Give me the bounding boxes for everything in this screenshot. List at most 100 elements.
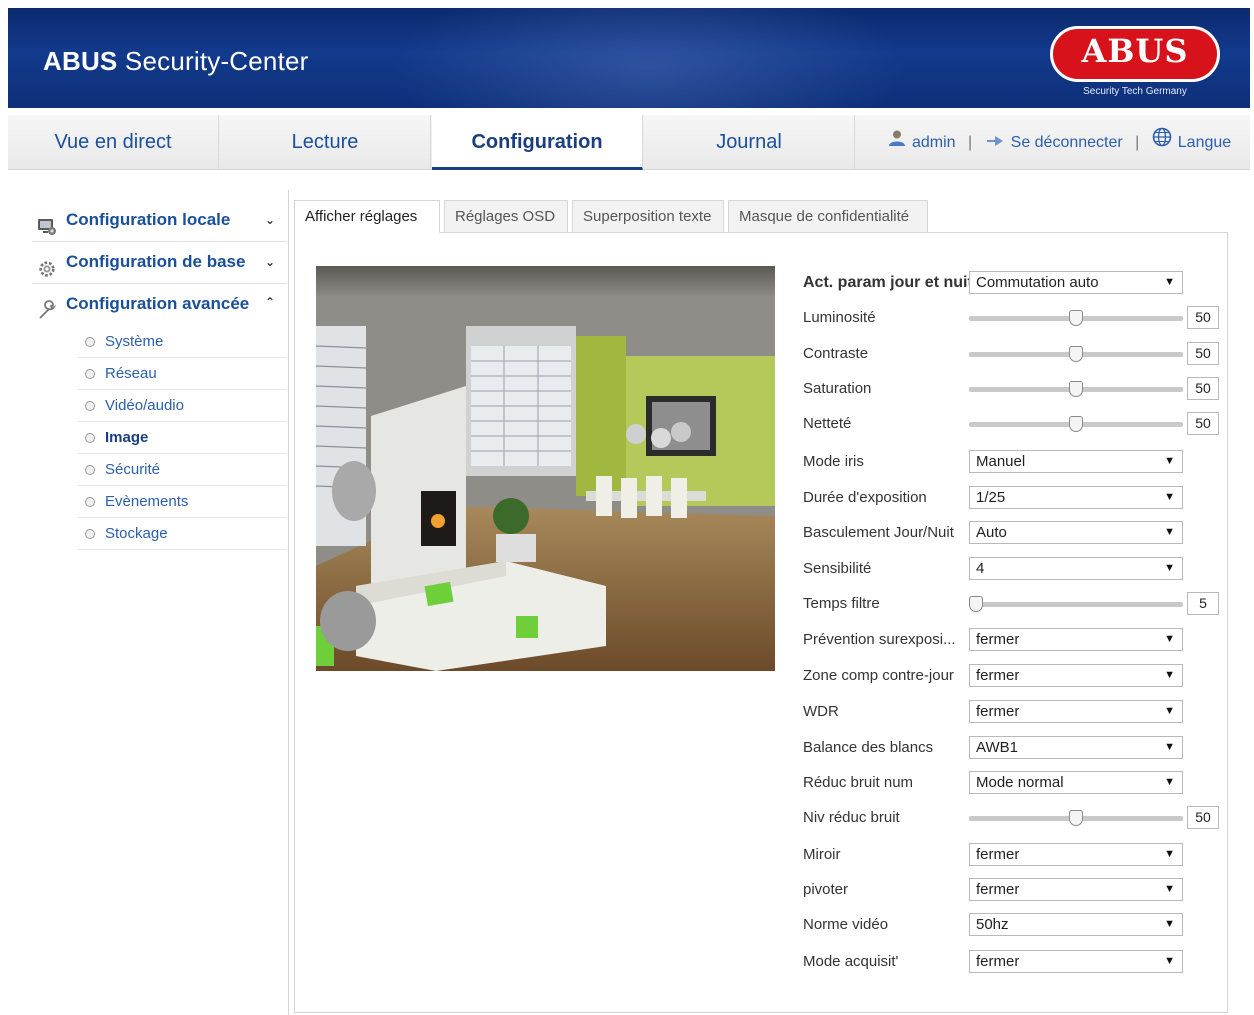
setting-label: Zone comp contre-jour [803,667,954,684]
dropdown-arrow-icon: ▼ [1164,776,1175,788]
setting-miroir: Miroir fermer ▼ [803,843,1223,869]
dropdown-arrow-icon: ▼ [1164,526,1175,538]
tab-vue-en-direct[interactable]: Vue en direct [8,115,219,170]
subtab-reglages-osd[interactable]: Réglages OSD [444,200,568,233]
slider-thumb[interactable] [1069,810,1083,826]
select-value: Commutation auto [976,274,1099,291]
bullet-icon [85,529,95,539]
sidebar-item-label: Image [105,429,149,446]
tab-configuration[interactable]: Configuration [432,115,643,170]
setting-sensibilite: Sensibilité 4 ▼ [803,557,1223,583]
bullet-icon [85,401,95,411]
basculement-select[interactable]: Auto ▼ [969,521,1183,544]
setting-balance-blancs: Balance des blancs AWB1 ▼ [803,736,1223,762]
setting-saturation: Saturation 50 [803,377,1223,403]
setting-luminosite: Luminosité 50 [803,306,1223,332]
subtab-superposition-texte[interactable]: Superposition texte [572,200,724,233]
miroir-select[interactable]: fermer ▼ [969,843,1183,866]
contraste-slider[interactable] [969,346,1183,362]
pivoter-select[interactable]: fermer ▼ [969,878,1183,901]
niv-reduc-value-field[interactable]: 50 [1187,806,1219,829]
mode-iris-select[interactable]: Manuel ▼ [969,450,1183,473]
setting-label: Netteté [803,415,852,432]
setting-mode-iris: Mode iris Manuel ▼ [803,450,1223,476]
tab-lecture[interactable]: Lecture [220,115,431,170]
dropdown-arrow-icon: ▼ [1164,848,1175,860]
setting-label: Réduc bruit num [803,774,914,791]
setting-label: WDR [803,703,839,720]
luminosite-value-field[interactable]: 50 [1187,306,1219,329]
setting-label: Mode acquisit' [803,953,899,970]
select-value: 4 [976,560,985,577]
setting-label: Sensibilité [803,560,872,577]
sidebar-item-stockage[interactable]: Stockage [77,518,287,550]
brand-bold: ABUS [43,46,118,76]
sensibilite-select[interactable]: 4 ▼ [969,557,1183,580]
sidebar-section-label: Configuration locale [66,210,231,229]
sidebar-item-label: Réseau [105,365,157,382]
setting-label: Act. param jour et nuit [803,274,969,291]
tab-journal[interactable]: Journal [644,115,855,170]
app-title: ABUS Security-Center [43,46,309,77]
select-value: Mode normal [976,774,1064,791]
norme-video-select[interactable]: 50hz ▼ [969,913,1183,936]
nettete-value-field[interactable]: 50 [1187,412,1219,435]
wdr-select[interactable]: fermer ▼ [969,700,1183,723]
sidebar-item-label: Stockage [105,525,168,542]
balance-select[interactable]: AWB1 ▼ [969,736,1183,759]
bullet-icon [85,465,95,475]
sidebar-item-securite[interactable]: Sécurité [77,454,287,486]
select-value: fermer [976,881,1020,898]
setting-zone-comp: Zone comp contre-jour fermer ▼ [803,664,1223,690]
sidebar-item-image[interactable]: Image [77,422,287,454]
sidebar-section-configuration-avancee[interactable]: Configuration avancée ⌃ [32,284,287,326]
dropdown-arrow-icon: ▼ [1164,669,1175,681]
slider-thumb[interactable] [1069,346,1083,362]
logout-link[interactable]: Se déconnecter [1011,134,1123,151]
sidebar-item-label: Evènements [105,493,189,510]
saturation-slider[interactable] [969,381,1183,397]
select-value: fermer [976,667,1020,684]
setting-label: Saturation [803,380,872,397]
temps-filtre-slider[interactable] [969,596,1183,612]
sidebar-item-systeme[interactable]: Système [77,326,287,358]
dropdown-arrow-icon: ▼ [1164,705,1175,717]
setting-label: Norme vidéo [803,916,889,933]
dropdown-arrow-icon: ▼ [1164,562,1175,574]
setting-label: Durée d'exposition [803,489,927,506]
sidebar-item-reseau[interactable]: Réseau [77,358,287,390]
setting-temps-filtre: Temps filtre 5 [803,592,1223,618]
user-name[interactable]: admin [912,134,956,151]
temps-filtre-value-field[interactable]: 5 [1187,592,1219,615]
dropdown-arrow-icon: ▼ [1164,741,1175,753]
sidebar-section-configuration-locale[interactable]: Configuration locale ⌄ [32,200,287,242]
local-config-icon [37,211,57,235]
logo-subtitle: Security Tech Germany [1083,86,1187,97]
nettete-slider[interactable] [969,416,1183,432]
sidebar-section-configuration-de-base[interactable]: Configuration de base ⌄ [32,242,287,284]
subtab-masque-confidentialite[interactable]: Masque de confidentialité [728,200,928,233]
slider-thumb[interactable] [1069,416,1083,432]
camera-preview-image [316,266,775,671]
sidebar-item-evenements[interactable]: Evènements [77,486,287,518]
reduc-bruit-select[interactable]: Mode normal ▼ [969,771,1183,794]
bullet-icon [85,337,95,347]
subtab-afficher-reglages[interactable]: Afficher réglages [294,200,440,233]
sidebar-item-video-audio[interactable]: Vidéo/audio [77,390,287,422]
day-night-param-select[interactable]: Commutation auto ▼ [969,271,1183,294]
slider-thumb[interactable] [1069,381,1083,397]
luminosite-slider[interactable] [969,310,1183,326]
zone-comp-select[interactable]: fermer ▼ [969,664,1183,687]
contraste-value-field[interactable]: 50 [1187,342,1219,365]
mode-acquisit-select[interactable]: fermer ▼ [969,950,1183,973]
logo-text: ABUS [1081,32,1189,70]
niv-reduc-slider[interactable] [969,810,1183,826]
setting-niv-reduc-bruit: Niv réduc bruit 50 [803,806,1223,832]
slider-thumb[interactable] [1069,310,1083,326]
separator: | [1135,134,1140,151]
saturation-value-field[interactable]: 50 [1187,377,1219,400]
language-link[interactable]: Langue [1178,134,1231,151]
prevention-select[interactable]: fermer ▼ [969,628,1183,651]
duree-exposition-select[interactable]: 1/25 ▼ [969,486,1183,509]
slider-thumb[interactable] [969,596,983,612]
